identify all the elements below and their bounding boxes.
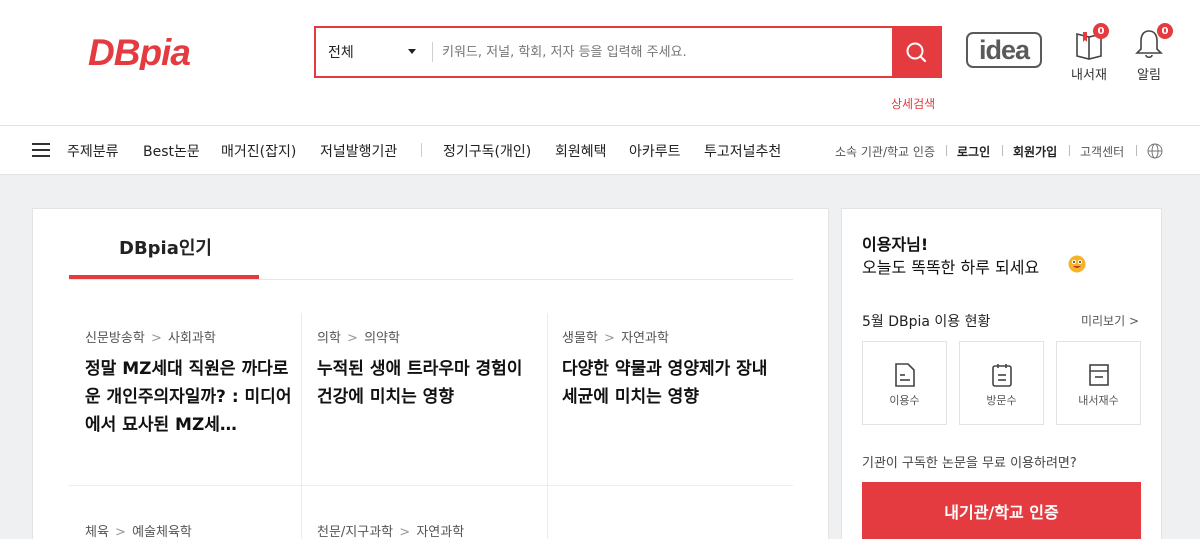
tab-baseline: [69, 279, 793, 280]
main-nav: 주제분류 Best논문 매거진(잡지) 저널발행기관 정기구독(개인) 회원혜택…: [0, 125, 1200, 175]
nav-item-publisher[interactable]: 저널발행기관: [320, 141, 397, 161]
popular-article[interactable]: 체육 > 예술체육학: [85, 521, 331, 539]
nav-item-subscription[interactable]: 정기구독(개인): [443, 141, 531, 161]
article-title[interactable]: 누적된 생애 트라우마 경험이 건강에 미치는 영향: [317, 355, 529, 411]
util-separator: [946, 145, 947, 156]
alarm-badge: 0: [1157, 23, 1173, 39]
stat-label: 방문수: [986, 394, 1017, 407]
signup-link[interactable]: 회원가입: [1013, 143, 1057, 160]
article-category: 천문/지구과학 > 자연과학: [317, 525, 465, 539]
popular-article[interactable]: 천문/지구과학 > 자연과학: [317, 521, 563, 539]
util-separator: [1002, 145, 1003, 156]
search-divider: [432, 42, 433, 62]
search-input[interactable]: [442, 28, 882, 76]
nav-item-academy-route[interactable]: 아카루트: [629, 141, 681, 161]
dbpia-logo[interactable]: DBpia: [88, 34, 268, 70]
article-category: 생물학 > 자연과학: [562, 331, 669, 346]
chevron-down-icon[interactable]: [408, 49, 416, 54]
search-bar: 전체: [314, 26, 942, 78]
institution-question: 기관이 구독한 논문을 무료 이용하려면?: [862, 456, 1077, 471]
nav-item-best[interactable]: Best논문: [143, 141, 200, 161]
preview-link[interactable]: 미리보기 >: [1081, 312, 1139, 329]
util-separator: [1136, 145, 1137, 156]
stat-library-count[interactable]: 내서재수: [1056, 341, 1141, 425]
my-library-button[interactable]: 0 내서재: [1063, 23, 1115, 86]
stat-label: 이용수: [889, 394, 920, 407]
header: DBpia 전체 상세검색 idea 0 내서재 0 알림: [0, 0, 1200, 125]
greeting-name: 이용자님!: [862, 235, 929, 254]
search-icon: [906, 42, 927, 63]
article-category: 신문방송학 > 사회과학: [85, 331, 216, 346]
alarm-label: 알림: [1137, 68, 1161, 83]
login-link[interactable]: 로그인: [957, 143, 990, 160]
nav-item-benefits[interactable]: 회원혜택: [555, 141, 607, 161]
menu-icon[interactable]: [32, 143, 50, 157]
document-icon: [895, 363, 915, 387]
institution-auth-link[interactable]: 소속 기관/학교 인증: [835, 143, 935, 160]
smile-emoji-icon: [1068, 255, 1086, 273]
stat-usage-count[interactable]: 이용수: [862, 341, 947, 425]
util-separator: [1069, 145, 1070, 156]
stat-label: 내서재수: [1078, 394, 1119, 407]
user-panel: 이용자님! 오늘도 똑똑한 하루 되세요 5월 DBpia 이용 현황 미리보기…: [841, 208, 1162, 539]
usage-status-title: 5월 DBpia 이용 현황: [862, 314, 991, 330]
nav-item-subject[interactable]: 주제분류: [67, 141, 119, 161]
detail-search-link[interactable]: 상세검색: [891, 95, 935, 112]
search-category-select[interactable]: 전체: [328, 28, 432, 76]
tab-dbpia-popular[interactable]: DBpia인기: [119, 234, 212, 260]
popular-article[interactable]: 생물학 > 자연과학 다양한 약물과 영양제가 장내세균에 미치는 영향: [562, 327, 808, 411]
popular-papers-card: DBpia인기 신문방송학 > 사회과학 정말 MZ세대 직원은 까다로운 개인…: [32, 208, 829, 539]
stat-visit-count[interactable]: 방문수: [959, 341, 1044, 425]
clipboard-icon: [992, 364, 1012, 387]
article-title[interactable]: 정말 MZ세대 직원은 까다로운 개인주의자일까? : 미디어에서 묘사된 MZ…: [85, 355, 295, 439]
globe-icon[interactable]: [1147, 143, 1163, 159]
institution-cert-button[interactable]: 내기관/학교 인증: [862, 482, 1141, 539]
greeting-message: 오늘도 똑똑한 하루 되세요: [862, 258, 1040, 277]
archive-box-icon: [1089, 364, 1109, 386]
nav-item-journal-recommend[interactable]: 투고저널추천: [704, 141, 781, 161]
my-library-label: 내서재: [1071, 68, 1107, 83]
svg-text:DBpia: DBpia: [88, 34, 190, 70]
article-title[interactable]: 다양한 약물과 영양제가 장내세균에 미치는 영향: [562, 355, 776, 411]
nav-divider: [421, 143, 422, 157]
nav-item-magazine[interactable]: 매거진(잡지): [221, 141, 296, 161]
popular-article[interactable]: 의학 > 의약학 누적된 생애 트라우마 경험이 건강에 미치는 영향: [317, 327, 563, 411]
idea-logo[interactable]: idea: [966, 32, 1042, 68]
article-category: 체육 > 예술체육학: [85, 525, 192, 539]
article-category: 의학 > 의약학: [317, 331, 400, 346]
alarm-button[interactable]: 0 알림: [1123, 23, 1175, 86]
customer-center-link[interactable]: 고객센터: [1080, 143, 1124, 160]
popular-article[interactable]: 신문방송학 > 사회과학 정말 MZ세대 직원은 까다로운 개인주의자일까? :…: [85, 327, 331, 439]
search-button[interactable]: [892, 28, 940, 76]
row-divider: [69, 485, 793, 486]
library-badge: 0: [1093, 23, 1109, 39]
